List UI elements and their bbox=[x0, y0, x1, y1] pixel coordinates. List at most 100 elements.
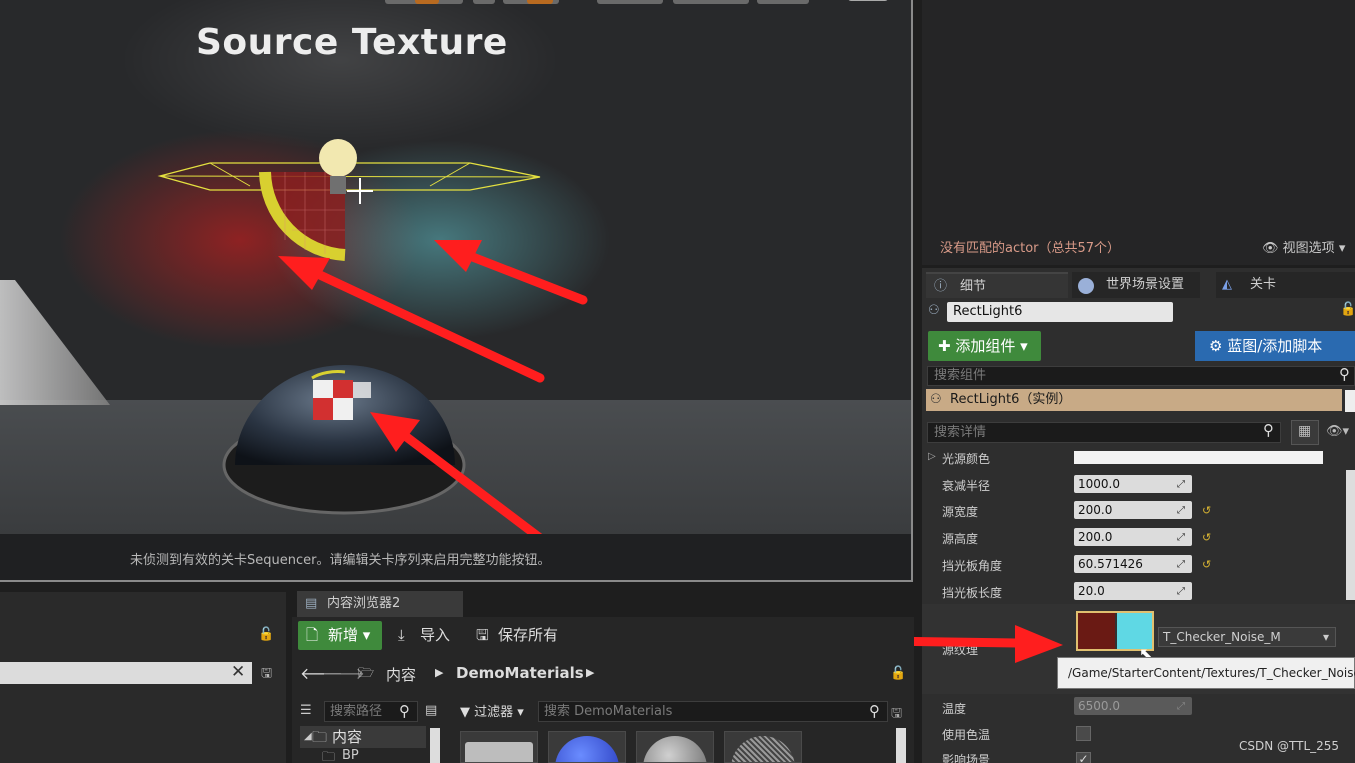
instance-label: RectLight6（实例） bbox=[950, 392, 1072, 407]
eye-icon: 👁 bbox=[1262, 241, 1279, 256]
breadcrumb-demomaterials[interactable]: DemoMaterials bbox=[456, 664, 584, 682]
asset-scrollbar[interactable] bbox=[896, 728, 906, 763]
add-component-button[interactable]: ✚ 添加组件 ▾ bbox=[928, 331, 1041, 361]
expand-icon[interactable]: ⤢ bbox=[1177, 479, 1185, 490]
search-icon: ⚲ bbox=[869, 702, 880, 720]
save-all-label: 保存所有 bbox=[498, 626, 559, 644]
actor-name-field[interactable]: RectLight6 bbox=[947, 302, 1173, 322]
tree-item-content[interactable]: ◢ 🗀 内容 bbox=[300, 726, 426, 748]
chevron-right-icon[interactable]: ▶ bbox=[586, 666, 594, 679]
attenuation-radius-field[interactable]: 1000.0 bbox=[1074, 475, 1192, 493]
affects-world-label: 影响场景 bbox=[942, 753, 991, 763]
tab-label: 关卡 bbox=[1250, 277, 1277, 292]
use-temperature-label: 使用色温 bbox=[942, 728, 991, 742]
expand-icon[interactable]: ⤢ bbox=[1177, 505, 1185, 516]
download-icon: ⤓ bbox=[398, 626, 405, 644]
expand-icon[interactable]: ⤢ bbox=[1177, 559, 1185, 570]
tab-content-browser-2[interactable]: ▤ 内容浏览器2 bbox=[297, 591, 463, 617]
barn-door-length-label: 挡光板长度 bbox=[942, 586, 1003, 600]
new-file-icon: 🗋 bbox=[306, 626, 319, 644]
expand-arrow-icon[interactable]: ▷ bbox=[928, 451, 936, 462]
tree-toggle-icon[interactable]: ☰ bbox=[300, 703, 312, 718]
viewport-toolbar[interactable] bbox=[385, 0, 890, 6]
lock-icon[interactable]: 🔓 bbox=[258, 627, 274, 642]
left-search-input[interactable] bbox=[0, 662, 252, 684]
reset-to-default-icon[interactable]: ↺ bbox=[1202, 531, 1211, 544]
import-button[interactable]: ⤓ 导入 bbox=[398, 621, 450, 650]
attenuation-radius-label: 衰减半径 bbox=[942, 479, 991, 493]
barn-door-length-field[interactable]: 20.0 bbox=[1074, 582, 1192, 600]
reset-to-default-icon[interactable]: ↺ bbox=[1202, 504, 1211, 517]
close-icon[interactable]: ✕ bbox=[231, 662, 245, 682]
property-matrix-button[interactable]: ▦ bbox=[1291, 420, 1319, 445]
folder-icon: 🗀 bbox=[312, 728, 328, 746]
source-width-field[interactable]: 200.0 bbox=[1074, 501, 1192, 519]
chevron-right-icon[interactable]: ▶ bbox=[435, 666, 443, 679]
chevron-down-icon: ▾ bbox=[362, 626, 371, 644]
save-all-button[interactable]: 🖫 保存所有 bbox=[476, 621, 558, 650]
expand-icon[interactable]: ⤢ bbox=[1177, 701, 1185, 712]
chevron-down-icon: ▾ bbox=[1020, 337, 1028, 355]
view-options-button[interactable]: 👁 视图选项 ▾ bbox=[1262, 237, 1345, 256]
details-scrollbar[interactable] bbox=[1346, 470, 1355, 600]
expand-arrow-icon: ◢ bbox=[304, 731, 312, 742]
grid-icon: ▦ bbox=[1298, 423, 1312, 439]
asset-tile-material-grey[interactable] bbox=[636, 731, 714, 763]
instance-side-handle bbox=[1345, 390, 1355, 412]
source-height-field[interactable]: 200.0 bbox=[1074, 528, 1192, 546]
search-details-input[interactable]: 搜索详情 bbox=[927, 422, 1281, 443]
affects-world-checkbox[interactable]: ✓ bbox=[1076, 752, 1091, 763]
breadcrumb-content[interactable]: 内容 bbox=[386, 664, 416, 685]
folder-icon: 🗁 bbox=[358, 666, 375, 681]
light-color-label: 光源颜色 bbox=[942, 452, 991, 466]
use-temperature-checkbox[interactable] bbox=[1076, 726, 1091, 741]
source-texture-combo[interactable]: T_Checker_Noise_M ▾ bbox=[1158, 627, 1336, 647]
content-browser-icon: ▤ bbox=[305, 596, 318, 611]
search-components-input[interactable]: 搜索组件 bbox=[927, 366, 1355, 386]
barn-door-angle-field[interactable]: 60.571426 bbox=[1074, 555, 1192, 573]
tree-item-bp[interactable]: 🗀 BP bbox=[322, 748, 359, 763]
component-instance-row[interactable]: ⚇ RectLight6（实例） bbox=[926, 389, 1342, 411]
eye-icon[interactable]: 👁▾ bbox=[1326, 424, 1349, 439]
texture-path-tooltip: /Game/StarterContent/Textures/T_Checker_… bbox=[1057, 657, 1355, 689]
info-icon: ⓘ bbox=[934, 279, 948, 294]
save-icon[interactable]: 🖫 bbox=[261, 664, 272, 686]
lock-icon[interactable]: 🔓 bbox=[1340, 302, 1355, 317]
world-outliner[interactable] bbox=[922, 0, 1355, 265]
texture-name: T_Checker_Noise_M bbox=[1163, 630, 1281, 644]
save-search-icon[interactable]: 🖫 bbox=[891, 704, 902, 726]
add-component-label: 添加组件 bbox=[955, 337, 1016, 355]
asset-tile-material-noise[interactable] bbox=[724, 731, 802, 763]
asset-tile-folder[interactable] bbox=[460, 731, 538, 763]
tab-level[interactable]: ◭ 关卡 bbox=[1216, 272, 1355, 298]
level-viewport[interactable]: Source Texture 未侦测到有效的关卡Sequencer。请编辑关卡序… bbox=[0, 0, 913, 582]
expand-icon[interactable]: ⤢ bbox=[1177, 532, 1185, 543]
editor-window: Source Texture 未侦测到有效的关卡Sequencer。请编辑关卡序… bbox=[0, 0, 1355, 763]
source-width-label: 源宽度 bbox=[942, 505, 979, 519]
temperature-field[interactable]: 6500.0 bbox=[1074, 697, 1192, 715]
filter-button[interactable]: ▼ 过滤器 ▾ bbox=[460, 701, 524, 720]
sequencer-status-message: 未侦测到有效的关卡Sequencer。请编辑关卡序列来启用完整功能按钮。 bbox=[130, 553, 551, 568]
scene-render bbox=[0, 0, 911, 580]
expand-icon[interactable]: ⤢ bbox=[1177, 586, 1185, 597]
light-color-swatch[interactable] bbox=[1074, 451, 1323, 464]
tab-world-settings[interactable]: 世界场景设置 bbox=[1072, 272, 1200, 298]
asset-tile-material-blue[interactable] bbox=[548, 731, 626, 763]
tab-details[interactable]: ⓘ 细节 bbox=[926, 272, 1068, 298]
search-assets-input[interactable]: 搜索 DemoMaterials bbox=[538, 701, 888, 722]
lock-icon[interactable]: 🔓 bbox=[890, 666, 906, 681]
blueprint-add-script-button[interactable]: ⚙ 蓝图/添加脚本 bbox=[1195, 331, 1355, 361]
reset-to-default-icon[interactable]: ↺ bbox=[1202, 558, 1211, 571]
actor-icon: ⚇ bbox=[928, 303, 940, 318]
blueprint-label: 蓝图/添加脚本 bbox=[1227, 337, 1323, 355]
add-new-button[interactable]: 🗋 新增 ▾ bbox=[298, 621, 382, 650]
save-icon: 🖫 bbox=[476, 626, 489, 644]
tree-scrollbar[interactable] bbox=[430, 728, 440, 763]
viewport-title: Source Texture bbox=[196, 22, 508, 63]
list-icon[interactable]: ▤ bbox=[425, 703, 437, 718]
folder-icon: 🗀 bbox=[322, 750, 336, 763]
view-options-label: 视图选项 bbox=[1282, 241, 1335, 256]
barn-door-angle-label: 挡光板角度 bbox=[942, 559, 1003, 573]
tab-label: 世界场景设置 bbox=[1106, 277, 1185, 292]
chevron-down-icon: ▾ bbox=[517, 705, 524, 720]
